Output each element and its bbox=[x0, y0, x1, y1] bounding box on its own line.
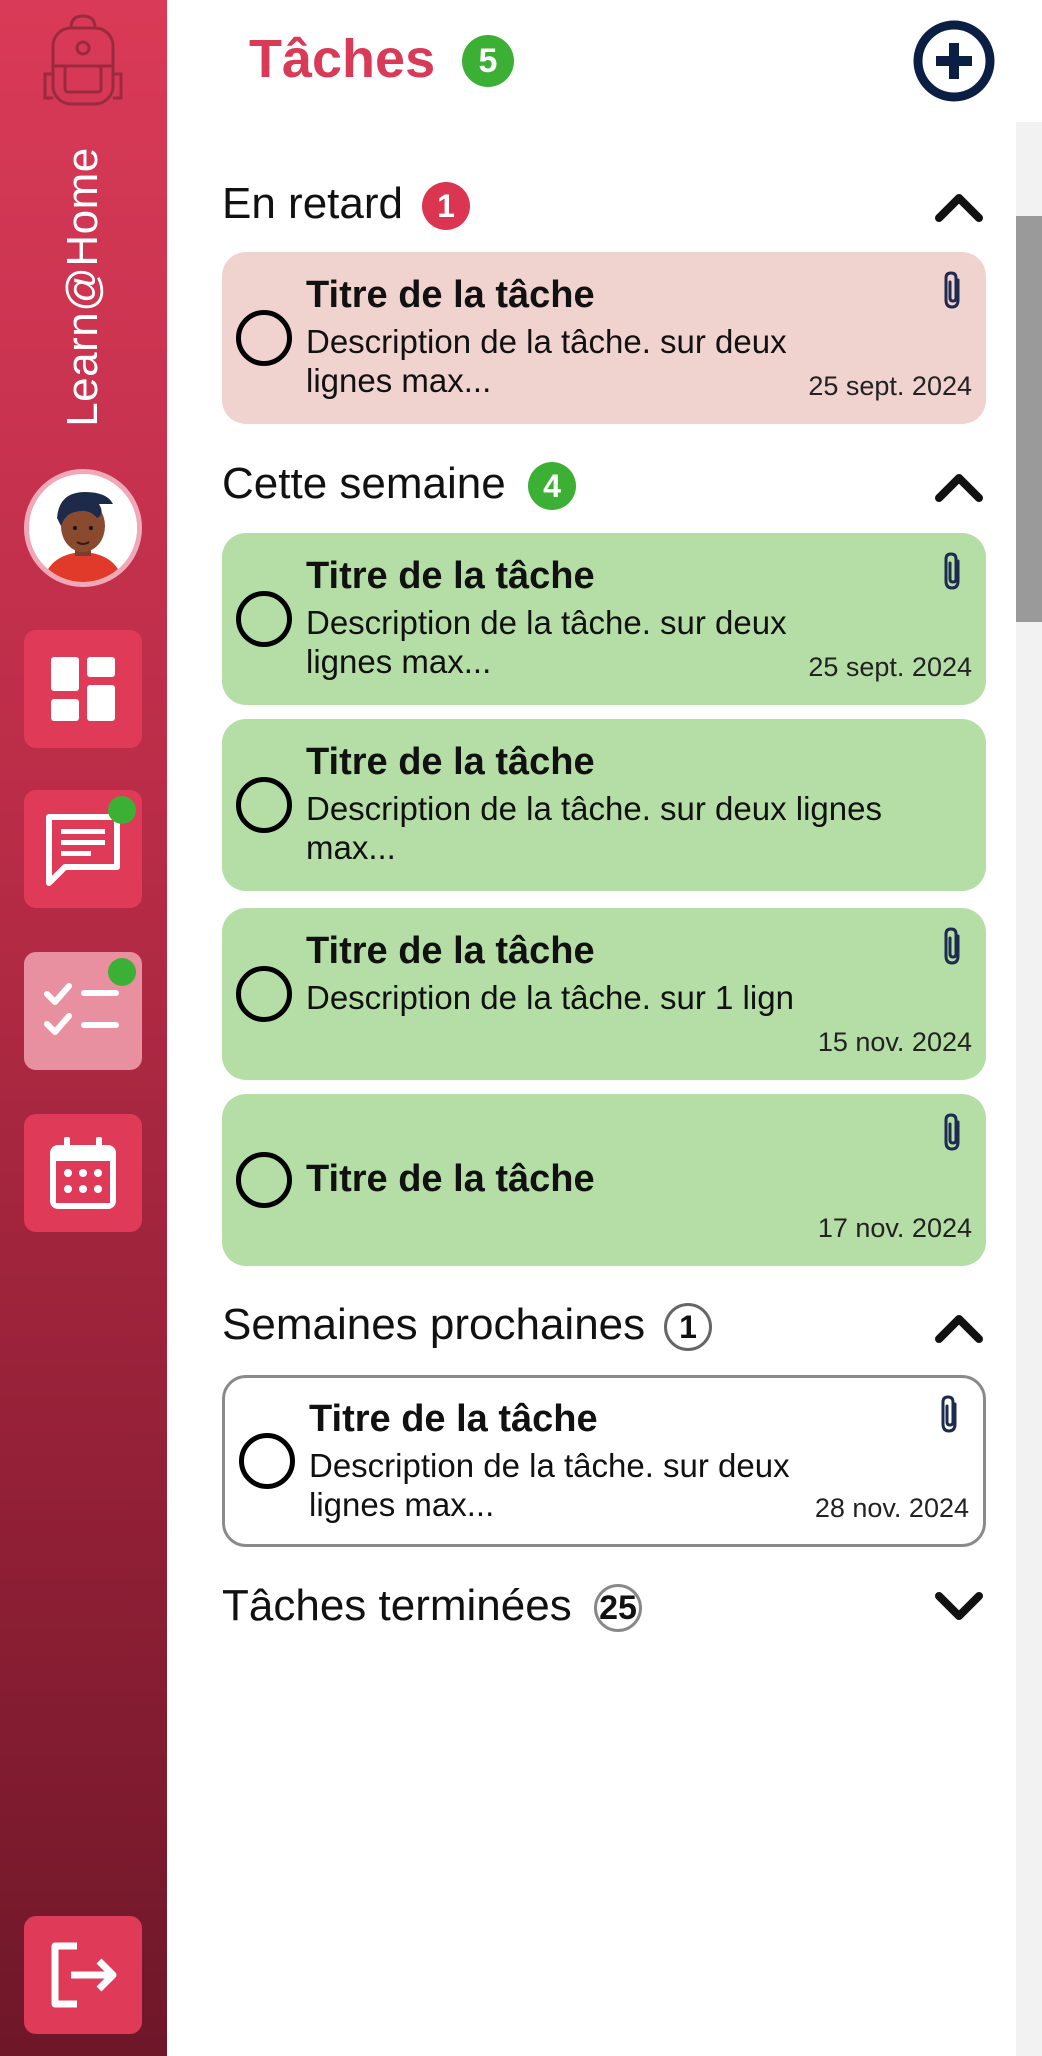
chevron-up-icon[interactable] bbox=[934, 1307, 984, 1345]
task-checkbox[interactable] bbox=[239, 1433, 295, 1489]
app-brand-text: Learn@Home bbox=[58, 146, 108, 427]
page-title: Tâches bbox=[249, 29, 436, 89]
task-checkbox[interactable] bbox=[236, 1152, 292, 1208]
section-count-badge: 1 bbox=[422, 182, 470, 230]
section-title: Semaines prochaines bbox=[222, 1300, 646, 1349]
task-checkbox[interactable] bbox=[236, 310, 292, 366]
chevron-down-icon[interactable] bbox=[934, 1588, 984, 1626]
task-checkbox[interactable] bbox=[236, 966, 292, 1022]
page-count-badge: 5 bbox=[462, 35, 514, 87]
section-title: En retard bbox=[222, 179, 403, 228]
messages-icon bbox=[46, 814, 120, 886]
paperclip-icon bbox=[944, 927, 960, 965]
task-description: Description de la tâche. sur deux lignes… bbox=[306, 790, 882, 866]
task-title: Titre de la tâche bbox=[306, 555, 595, 597]
task-title: Titre de la tâche bbox=[306, 274, 595, 316]
add-task-button[interactable] bbox=[913, 20, 995, 102]
task-card[interactable]: Titre de la tâche Description de la tâch… bbox=[222, 533, 986, 705]
paperclip-icon bbox=[944, 1113, 960, 1151]
tasks-notification-dot bbox=[108, 958, 136, 986]
section-header-this-week[interactable]: Cette semaine 4 bbox=[222, 456, 992, 516]
nav-dashboard-button[interactable] bbox=[24, 630, 142, 748]
logout-button[interactable] bbox=[24, 1916, 142, 2034]
section-count-badge: 25 bbox=[594, 1584, 642, 1632]
messages-notification-dot bbox=[108, 796, 136, 824]
paperclip-icon bbox=[944, 271, 960, 309]
task-checkbox[interactable] bbox=[236, 591, 292, 647]
task-description: Description de la tâche. sur deux lignes… bbox=[306, 604, 787, 680]
task-title: Titre de la tâche bbox=[306, 930, 595, 972]
task-date: 15 nov. 2024 bbox=[817, 1027, 972, 1057]
chevron-up-icon[interactable] bbox=[934, 186, 984, 224]
task-card[interactable]: Titre de la tâche Description de la tâch… bbox=[222, 719, 986, 891]
section-count-badge: 4 bbox=[528, 462, 576, 510]
app-brand: Learn@Home bbox=[58, 144, 108, 429]
task-description: Description de la tâche. sur 1 lign bbox=[306, 979, 794, 1016]
task-description: Description de la tâche. sur deux lignes… bbox=[306, 323, 787, 399]
task-title: Titre de la tâche bbox=[309, 1398, 598, 1440]
backpack-icon bbox=[43, 14, 123, 106]
section-title: Tâches terminées bbox=[222, 1581, 572, 1630]
task-date: 28 nov. 2024 bbox=[814, 1493, 969, 1523]
task-card[interactable]: Titre de la tâche Description de la tâch… bbox=[222, 252, 986, 424]
scrollbar-thumb[interactable] bbox=[1016, 216, 1042, 622]
task-title: Titre de la tâche bbox=[306, 741, 595, 783]
dashboard-icon bbox=[51, 657, 115, 721]
sidebar: Learn@Home bbox=[0, 0, 167, 2056]
section-title: Cette semaine bbox=[222, 459, 506, 508]
section-header-completed[interactable]: Tâches terminées 25 bbox=[222, 1578, 992, 1638]
calendar-icon bbox=[50, 1137, 116, 1209]
task-date: 25 sept. 2024 bbox=[808, 652, 972, 682]
tasks-icon bbox=[44, 983, 119, 1035]
nav-calendar-button[interactable] bbox=[24, 1114, 142, 1232]
task-title: Titre de la tâche bbox=[306, 1158, 595, 1200]
task-card[interactable]: Titre de la tâche Description de la tâch… bbox=[222, 908, 986, 1080]
logout-icon bbox=[51, 1942, 117, 2008]
section-count-badge: 1 bbox=[664, 1303, 712, 1351]
chevron-up-icon[interactable] bbox=[934, 466, 984, 504]
avatar[interactable] bbox=[24, 469, 142, 587]
section-header-next-weeks[interactable]: Semaines prochaines 1 bbox=[222, 1297, 992, 1357]
task-date: 25 sept. 2024 bbox=[808, 371, 972, 401]
paperclip-icon bbox=[944, 552, 960, 590]
paperclip-icon bbox=[941, 1395, 957, 1433]
task-card[interactable]: Titre de la tâche 17 nov. 2024 bbox=[222, 1094, 986, 1266]
task-card[interactable]: Titre de la tâche Description de la tâch… bbox=[222, 1375, 986, 1547]
avatar-illustration bbox=[29, 474, 137, 582]
nav-messages-button[interactable] bbox=[24, 790, 142, 908]
nav-tasks-button[interactable] bbox=[24, 952, 142, 1070]
task-description: Description de la tâche. sur deux lignes… bbox=[309, 1447, 790, 1523]
task-date: 17 nov. 2024 bbox=[817, 1213, 972, 1243]
section-header-late[interactable]: En retard 1 bbox=[222, 176, 992, 236]
task-checkbox[interactable] bbox=[236, 777, 292, 833]
